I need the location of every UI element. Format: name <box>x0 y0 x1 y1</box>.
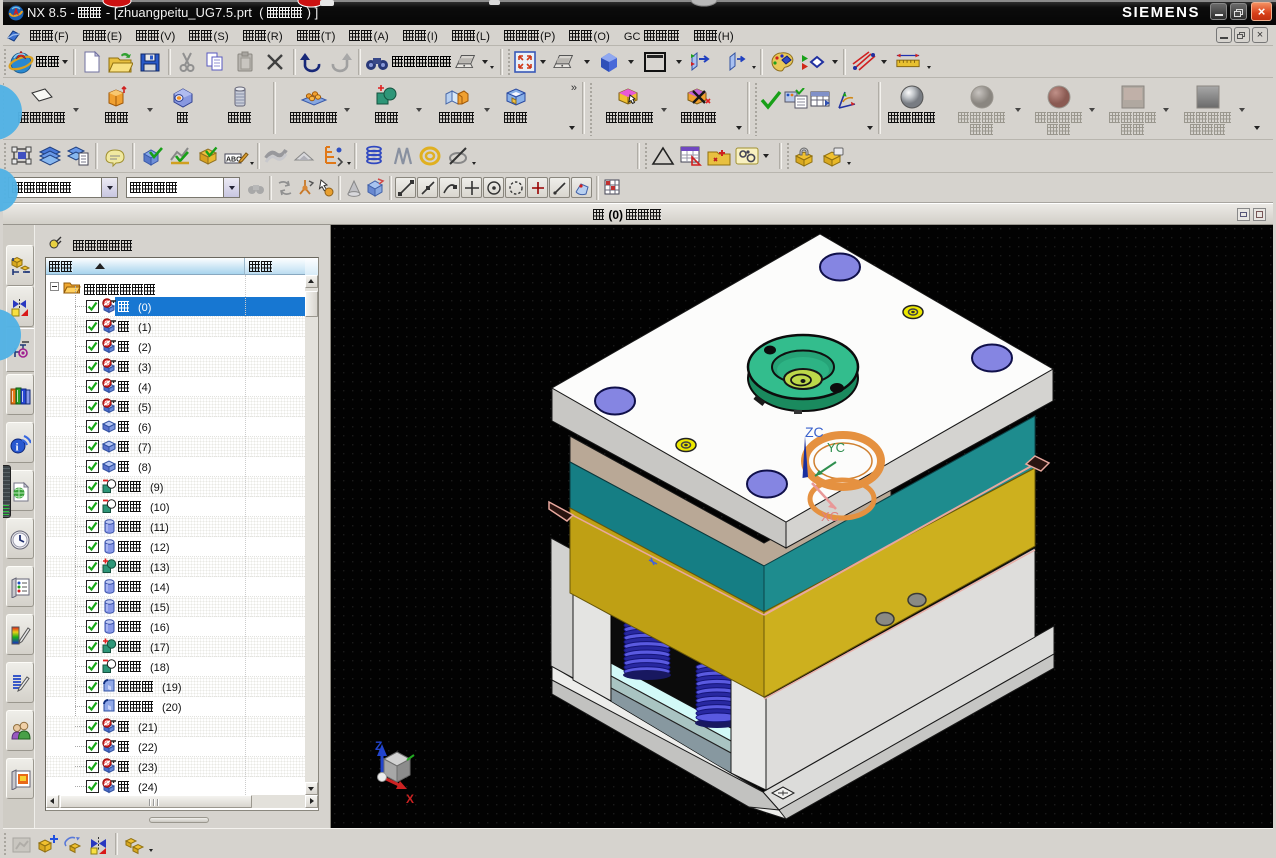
svg-text:Z: Z <box>375 739 382 753</box>
svg-text:X: X <box>406 792 414 806</box>
svg-text:XC: XC <box>821 509 839 524</box>
svg-text:YC: YC <box>827 440 845 455</box>
svg-text:ZC: ZC <box>805 424 824 440</box>
svg-text:i: i <box>16 441 19 453</box>
